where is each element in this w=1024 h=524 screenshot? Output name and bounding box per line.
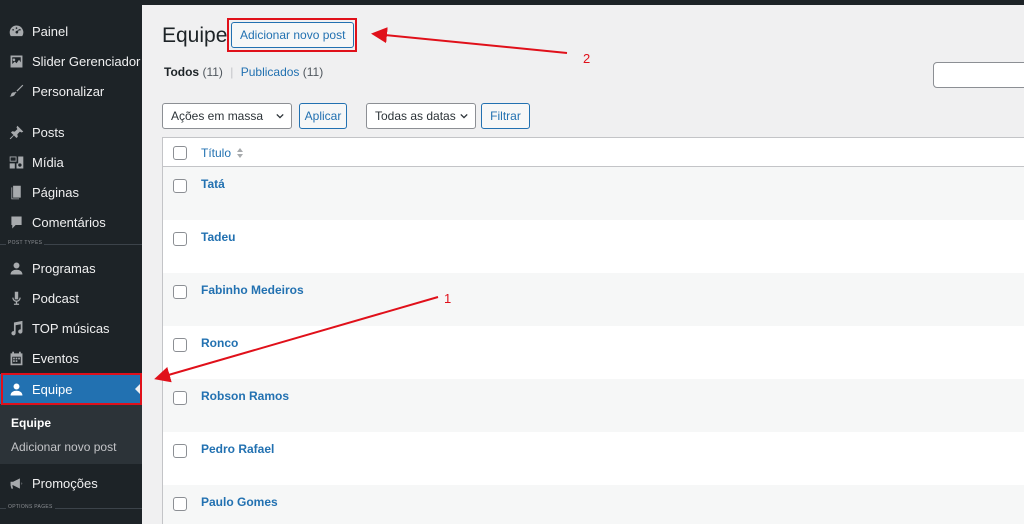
status-views: Todos (11) | Publicados (11) bbox=[164, 65, 323, 79]
row-title-link[interactable]: Pedro Rafael bbox=[201, 442, 274, 456]
bulk-actions-value: Ações em massa bbox=[171, 109, 264, 123]
column-title-header[interactable]: Título bbox=[201, 146, 231, 160]
select-all-checkbox[interactable] bbox=[173, 146, 187, 160]
dates-filter-value: Todas as datas bbox=[375, 109, 456, 123]
image-icon bbox=[0, 53, 32, 70]
annotation-marker-1: 1 bbox=[444, 291, 452, 306]
table-row: Paulo Gomes bbox=[162, 485, 1024, 524]
sidebar-item-label: Mídia bbox=[32, 154, 64, 170]
sidebar-item-label: Personalizar bbox=[32, 83, 105, 99]
row-title-link[interactable]: Ronco bbox=[201, 336, 238, 350]
sidebar-item-label: Comentários bbox=[32, 214, 106, 230]
chevron-down-icon bbox=[276, 113, 284, 119]
row-checkbox[interactable] bbox=[173, 497, 187, 511]
sidebar-item-label: TOP músicas bbox=[32, 320, 110, 336]
view-separator: | bbox=[230, 65, 234, 79]
row-title-link[interactable]: Fabinho Medeiros bbox=[201, 283, 304, 297]
brush-icon bbox=[0, 83, 32, 100]
main-content: Equipe Adicionar novo post Todos (11) | … bbox=[142, 5, 1024, 524]
posts-table: Título Tatá Tadeu Fabinho Medeiros Ronco… bbox=[162, 137, 1024, 524]
table-header: Título bbox=[162, 137, 1024, 167]
table-row: Tadeu bbox=[162, 220, 1024, 273]
view-all-label: Todos bbox=[164, 65, 200, 79]
megaphone-icon bbox=[0, 475, 32, 492]
row-title-link[interactable]: Robson Ramos bbox=[201, 389, 289, 403]
table-row: Ronco bbox=[162, 326, 1024, 379]
sidebar-item-label: Equipe bbox=[32, 381, 73, 397]
row-title-link[interactable]: Paulo Gomes bbox=[201, 495, 278, 509]
sidebar-item-eventos[interactable]: Eventos bbox=[0, 343, 142, 373]
sidebar-item-label: Podcast bbox=[32, 290, 79, 306]
sidebar-item-label: Painel bbox=[32, 23, 69, 39]
comment-icon bbox=[0, 214, 32, 231]
user-icon bbox=[0, 381, 32, 398]
music-icon bbox=[0, 320, 32, 337]
sort-icon[interactable] bbox=[236, 147, 244, 159]
table-row: Pedro Rafael bbox=[162, 432, 1024, 485]
sidebar-item-label: Promoções bbox=[32, 475, 98, 491]
sidebar-item-label: Programas bbox=[32, 260, 96, 276]
filter-button[interactable]: Filtrar bbox=[481, 103, 530, 129]
sidebar-item-paginas[interactable]: Páginas bbox=[0, 177, 142, 207]
sidebar-item-painel[interactable]: Painel bbox=[0, 16, 142, 46]
sidebar-item-personalizar[interactable]: Personalizar bbox=[0, 76, 142, 106]
sidebar-item-equipe[interactable]: Equipe bbox=[0, 374, 142, 404]
table-row: Robson Ramos bbox=[162, 379, 1024, 432]
bulk-actions-select[interactable]: Ações em massa bbox=[162, 103, 292, 129]
user-icon bbox=[0, 260, 32, 277]
apply-button[interactable]: Aplicar bbox=[299, 103, 347, 129]
search-input[interactable] bbox=[933, 62, 1024, 88]
view-published-link[interactable]: Publicados (11) bbox=[241, 65, 324, 79]
dashboard-icon bbox=[0, 23, 32, 40]
view-published-count: (11) bbox=[302, 65, 324, 79]
row-checkbox[interactable] bbox=[173, 444, 187, 458]
table-row: Fabinho Medeiros bbox=[162, 273, 1024, 326]
calendar-icon bbox=[0, 350, 32, 367]
row-title-link[interactable]: Tadeu bbox=[201, 230, 235, 244]
admin-sidebar: Painel Slider Gerenciador Personalizar P… bbox=[0, 5, 142, 524]
add-new-post-button[interactable]: Adicionar novo post bbox=[231, 22, 355, 48]
view-published-label: Publicados bbox=[240, 65, 300, 79]
microphone-icon bbox=[0, 290, 32, 307]
separator-options-pages: OPTIONS PAGES bbox=[0, 504, 142, 510]
table-row: Tatá bbox=[162, 167, 1024, 220]
sidebar-item-comentarios[interactable]: Comentários bbox=[0, 207, 142, 237]
row-title-link[interactable]: Tatá bbox=[201, 177, 225, 191]
separator-label: OPTIONS PAGES bbox=[6, 504, 55, 510]
sidebar-item-label: Posts bbox=[32, 124, 65, 140]
pin-icon bbox=[0, 124, 32, 141]
sidebar-item-podcast[interactable]: Podcast bbox=[0, 283, 142, 313]
equipe-submenu: Equipe Adicionar novo post bbox=[0, 404, 142, 464]
page-icon bbox=[0, 184, 32, 201]
sidebar-item-midia[interactable]: Mídia bbox=[0, 147, 142, 177]
sidebar-item-label: Eventos bbox=[32, 350, 79, 366]
row-checkbox[interactable] bbox=[173, 232, 187, 246]
media-icon bbox=[0, 154, 32, 171]
sidebar-item-top-musicas[interactable]: TOP músicas bbox=[0, 313, 142, 343]
submenu-item-equipe[interactable]: Equipe bbox=[11, 416, 51, 430]
sidebar-item-posts[interactable]: Posts bbox=[0, 117, 142, 147]
sidebar-item-promocoes[interactable]: Promoções bbox=[0, 468, 142, 498]
dates-filter-select[interactable]: Todas as datas bbox=[366, 103, 476, 129]
sidebar-item-programas[interactable]: Programas bbox=[0, 253, 142, 283]
separator-post-types: POST TYPES bbox=[0, 240, 142, 246]
row-checkbox[interactable] bbox=[173, 285, 187, 299]
row-checkbox[interactable] bbox=[173, 391, 187, 405]
sidebar-item-label: Slider Gerenciador bbox=[32, 53, 141, 69]
sidebar-item-slider[interactable]: Slider Gerenciador bbox=[0, 46, 142, 76]
chevron-down-icon bbox=[460, 113, 468, 119]
view-all-link[interactable]: Todos (11) bbox=[164, 65, 223, 79]
row-checkbox[interactable] bbox=[173, 179, 187, 193]
page-title: Equipe bbox=[162, 24, 228, 47]
annotation-marker-2: 2 bbox=[583, 51, 591, 66]
separator-label: POST TYPES bbox=[6, 240, 45, 246]
view-all-count: (11) bbox=[202, 65, 223, 79]
submenu-item-add-new[interactable]: Adicionar novo post bbox=[11, 440, 116, 454]
row-checkbox[interactable] bbox=[173, 338, 187, 352]
sidebar-item-label: Páginas bbox=[32, 184, 79, 200]
